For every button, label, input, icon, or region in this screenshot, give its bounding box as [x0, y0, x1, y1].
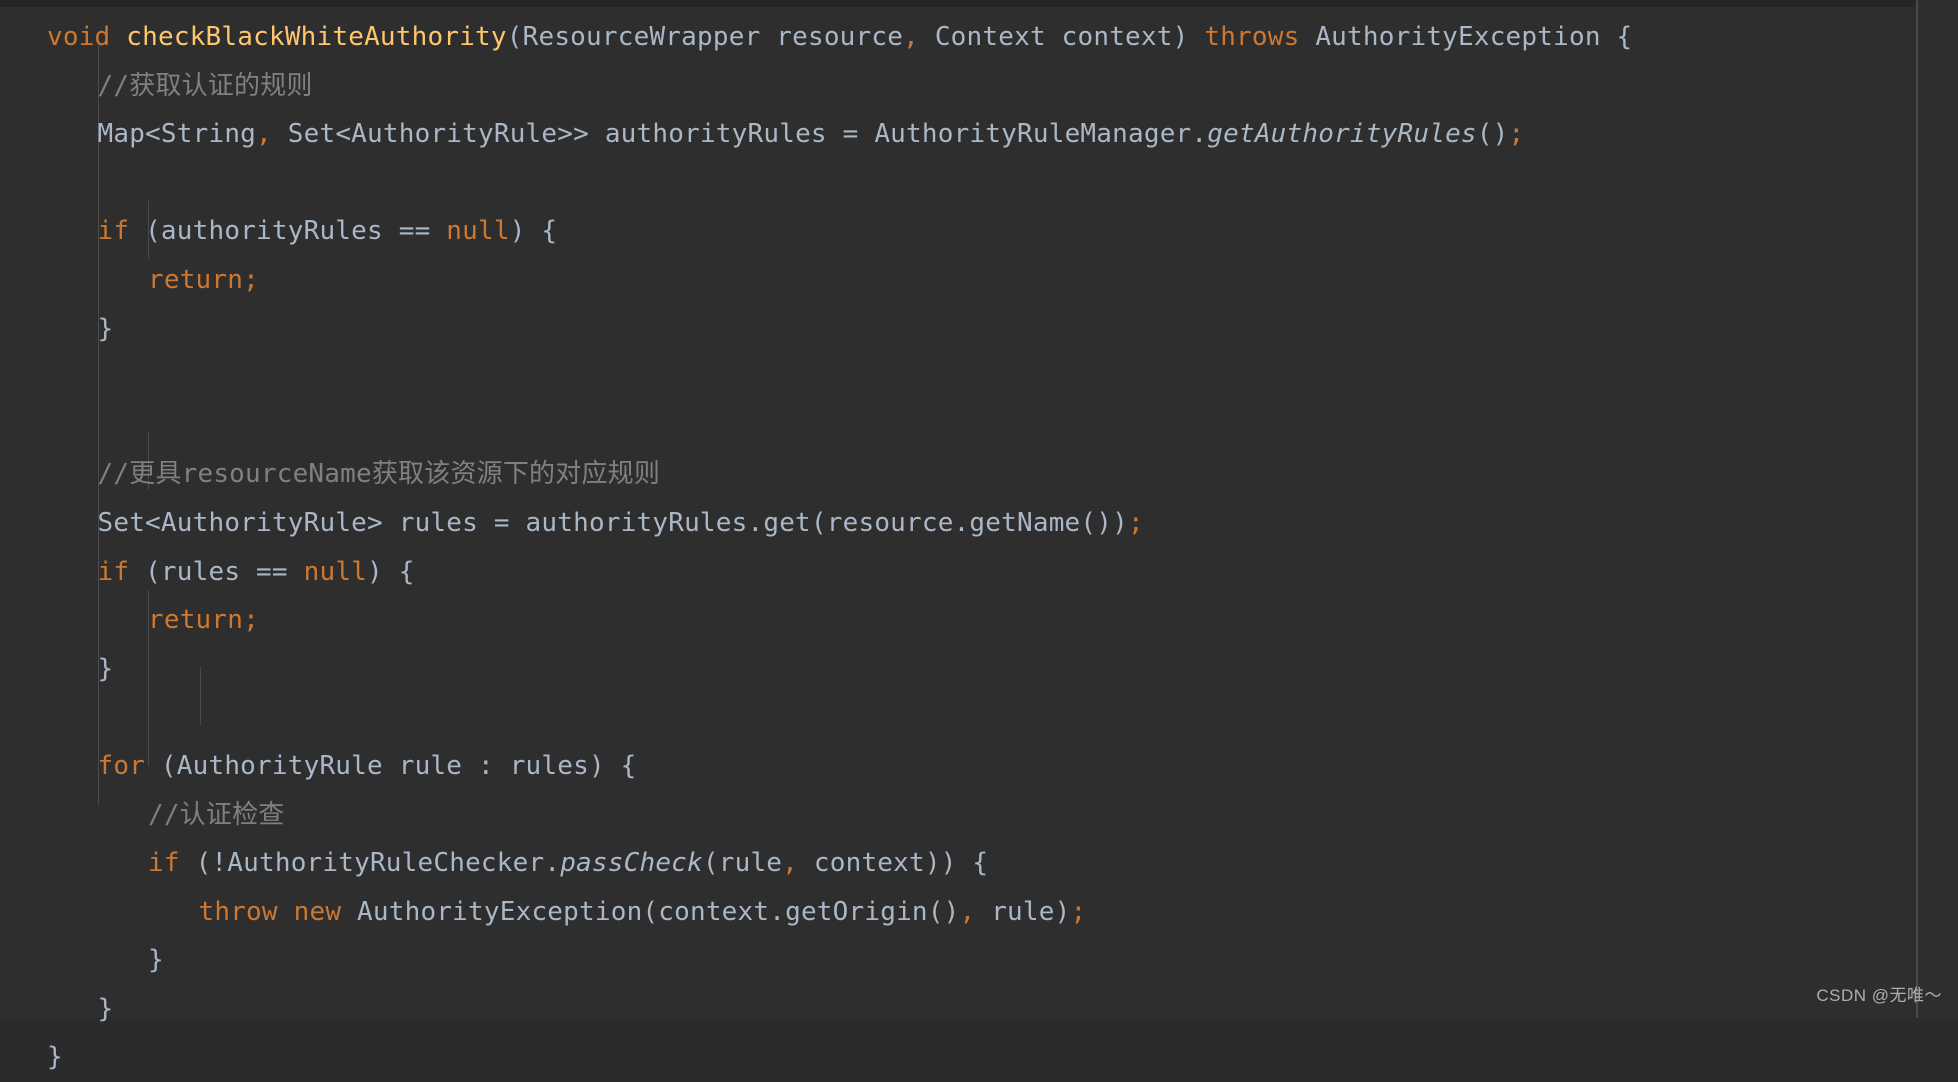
code-line[interactable]	[0, 693, 1632, 742]
code-lines-container[interactable]: void checkBlackWhiteAuthority(ResourceWr…	[0, 7, 1632, 1082]
code-token: (rules ==	[129, 556, 304, 587]
code-token: ()	[1476, 119, 1509, 150]
code-line[interactable]: }	[0, 936, 1632, 985]
code-token: rule)	[975, 896, 1071, 927]
code-token: if	[148, 848, 180, 879]
code-line[interactable]: throw new AuthorityException(context.get…	[0, 888, 1632, 937]
editor-right-gutter[interactable]	[1918, 0, 1958, 1018]
code-line[interactable]: return;	[0, 596, 1632, 645]
code-line[interactable]: if (rules == null) {	[0, 548, 1632, 597]
code-token: Context context)	[918, 22, 1205, 52]
code-token: null	[303, 556, 368, 587]
code-token: return	[148, 605, 244, 636]
code-token: //获取认证的规则	[97, 70, 313, 101]
code-token: (ResourceWrapper resource	[506, 22, 904, 52]
code-token: checkBlackWhiteAuthority	[126, 22, 507, 52]
code-line[interactable]	[0, 159, 1632, 208]
csdn-watermark: CSDN @无唯～	[1816, 986, 1942, 1005]
code-token: AuthorityException(context.getOrigin()	[341, 896, 960, 927]
code-token: void	[47, 22, 111, 52]
code-token: new	[293, 896, 342, 927]
code-line[interactable]: if (authorityRules == null) {	[0, 207, 1632, 256]
code-token: null	[446, 216, 510, 247]
code-token: }	[97, 653, 114, 684]
code-line[interactable]: }	[0, 1033, 1632, 1082]
code-token: context)) {	[798, 848, 989, 879]
code-token: //更具resourceName获取该资源下的对应规则	[97, 459, 661, 490]
code-token: for	[97, 750, 146, 781]
code-token: AuthorityException {	[1299, 22, 1633, 52]
code-token: (authorityRules ==	[129, 216, 447, 247]
code-token: ,	[782, 848, 799, 879]
code-token: Map<String	[97, 119, 257, 150]
code-token: (rule	[702, 848, 783, 879]
code-token: ) {	[509, 216, 558, 247]
code-token: (AuthorityRule rule : rules) {	[145, 750, 637, 781]
code-token: getAuthorityRules	[1207, 119, 1477, 150]
code-token: if	[97, 216, 130, 247]
code-token: }	[97, 993, 114, 1024]
code-line[interactable]	[0, 402, 1632, 451]
code-line[interactable]: void checkBlackWhiteAuthority(ResourceWr…	[0, 13, 1632, 62]
editor-top-strip	[0, 0, 1958, 7]
code-token: Set<AuthorityRule>> authorityRules = Aut…	[271, 119, 1208, 150]
code-token: }	[148, 945, 164, 976]
code-token: ;	[1127, 507, 1144, 538]
code-line[interactable]: if (!AuthorityRuleChecker.passCheck(rule…	[0, 839, 1632, 888]
code-token: }	[47, 1042, 63, 1073]
code-token: if	[97, 556, 130, 587]
code-token: ,	[959, 896, 976, 927]
code-line[interactable]: }	[0, 305, 1632, 354]
code-line[interactable]: }	[0, 645, 1632, 694]
code-line[interactable]	[0, 353, 1632, 402]
code-token: }	[97, 313, 114, 344]
code-token: ;	[1070, 896, 1087, 927]
code-line[interactable]: return;	[0, 256, 1632, 305]
code-token: throws	[1204, 22, 1300, 52]
code-token: ;	[243, 264, 259, 295]
code-line[interactable]: //认证检查	[0, 791, 1632, 840]
code-token: //认证检查	[148, 799, 285, 830]
code-token: (!AuthorityRuleChecker.	[179, 848, 561, 879]
code-token: ,	[903, 22, 919, 52]
code-line[interactable]: //更具resourceName获取该资源下的对应规则	[0, 450, 1632, 499]
code-editor-root: void checkBlackWhiteAuthority(ResourceWr…	[0, 0, 1958, 1072]
code-token: Set<AuthorityRule> rules = authorityRule…	[97, 507, 1128, 538]
code-token: throw	[198, 896, 278, 927]
code-token: ,	[256, 119, 272, 150]
code-token: ;	[243, 605, 259, 636]
code-line[interactable]: Set<AuthorityRule> rules = authorityRule…	[0, 499, 1632, 548]
code-line[interactable]: for (AuthorityRule rule : rules) {	[0, 742, 1632, 791]
code-line[interactable]: //获取认证的规则	[0, 62, 1632, 111]
code-token: ;	[1508, 119, 1525, 150]
code-line[interactable]: }	[0, 985, 1632, 1034]
code-token: return	[148, 264, 244, 295]
code-line[interactable]: Map<String, Set<AuthorityRule>> authorit…	[0, 110, 1632, 159]
code-token: ) {	[367, 556, 415, 587]
code-content-area[interactable]: void checkBlackWhiteAuthority(ResourceWr…	[0, 7, 1916, 1072]
code-token: passCheck	[560, 848, 703, 879]
